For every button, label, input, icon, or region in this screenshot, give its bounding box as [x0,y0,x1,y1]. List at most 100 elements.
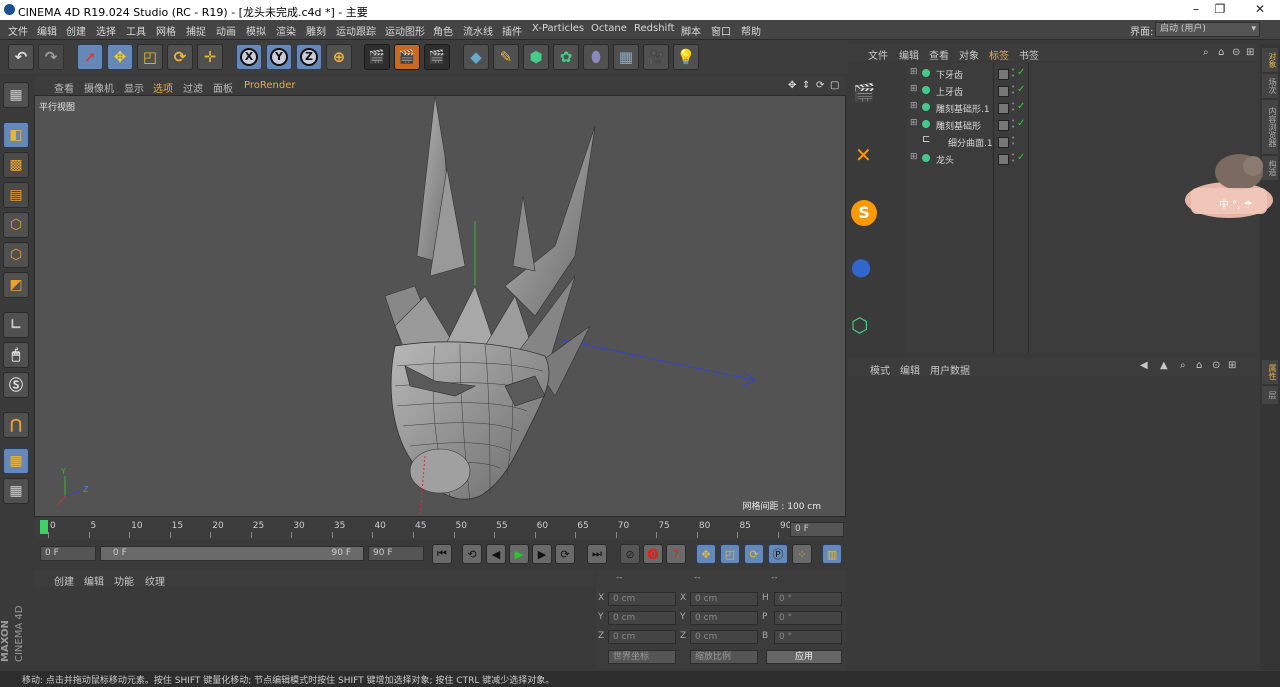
expand-icon[interactable]: ⊞ [910,84,918,94]
layer-icon[interactable] [998,86,1009,97]
rotate-tool-button[interactable]: ⟳ [167,44,193,70]
size-y-field[interactable]: 0 cm [690,611,758,625]
attribute-manager[interactable] [848,378,1258,670]
om-menu-edit[interactable]: 编辑 [899,47,919,62]
om-menu-view[interactable]: 查看 [929,47,949,62]
viewport-menu-filter[interactable]: 过滤 [183,80,203,95]
previous-key-button[interactable]: ⟲ [462,544,482,564]
enabled-check-icon[interactable]: ✓ [1017,118,1025,129]
lock-workplane-button[interactable]: ▦ [3,448,29,474]
position-x-field[interactable]: 0 cm [608,592,676,606]
snap-button[interactable]: ⋂ [3,412,29,438]
planar-workplane-button[interactable]: ▦ [3,478,29,504]
size-mode-dropdown[interactable]: 缩放比例 [690,650,758,664]
menu-window[interactable]: 窗口 [711,23,731,38]
rotation-p-field[interactable]: 0 ° [774,611,842,625]
deformer-button[interactable]: ⬮ [583,44,609,70]
viewport-maximize-icon[interactable]: ▢ [830,80,839,91]
up-arrow-icon[interactable]: ▲ [1160,360,1168,371]
enabled-check-icon[interactable]: ✓ [1017,152,1025,163]
new-window-icon[interactable]: ⊙ [1212,360,1220,371]
rotation-b-field[interactable]: 0 ° [774,630,842,644]
make-editable-button[interactable]: ▦ [3,82,29,108]
keyframe-selection-button[interactable]: ? [666,544,686,564]
axis-mode-button[interactable]: ∟ [3,312,29,338]
viewport-menu-prorender[interactable]: ProRender [244,80,295,91]
viewport-menu-panel[interactable]: 面板 [213,80,233,95]
expand-icon[interactable]: ⊞ [910,152,918,162]
visibility-dots-icon[interactable]: • • [1011,101,1015,114]
menu-edit[interactable]: 编辑 [37,23,57,38]
viewport-rotate-icon[interactable]: ⟳ [816,80,824,91]
menu-snap[interactable]: 捕捉 [186,23,206,38]
connect-tool-icon[interactable]: ⬡ [851,313,877,339]
key-rotation-button[interactable]: ⟳ [744,544,764,564]
light-button[interactable]: 💡 [673,44,699,70]
play-button[interactable]: ▶ [509,544,529,564]
lock-icon[interactable]: ⌂ [1196,360,1202,371]
om-add-icon[interactable]: ⊞ [1246,47,1254,58]
restore-button[interactable]: ❐ [1200,2,1240,18]
symmetry-tool-icon[interactable]: ✕ [855,143,883,171]
apply-button[interactable]: 应用 [766,650,842,664]
render-view-button[interactable]: 🎬 [364,44,390,70]
layer-icon[interactable] [998,69,1009,80]
position-y-field[interactable]: 0 cm [608,611,676,625]
menu-select[interactable]: 选择 [96,23,116,38]
edge-mode-button[interactable]: ⬡ [3,242,29,268]
cloner-button[interactable]: ✿ [553,44,579,70]
enabled-check-icon[interactable]: ✓ [1017,67,1025,78]
menu-tools[interactable]: 工具 [126,23,146,38]
side-tab-layers[interactable]: 层 [1262,386,1278,404]
expand-icon[interactable]: ⊞ [910,67,918,77]
solo-button[interactable]: Ⓢ [3,372,29,398]
search-icon[interactable]: ⌕ [1180,360,1186,371]
drop-tool-icon[interactable]: ⬤ [851,257,877,283]
previous-frame-button[interactable]: ◀ [486,544,506,564]
redo-button[interactable]: ↷ [38,44,64,70]
menu-help[interactable]: 帮助 [741,23,761,38]
side-tab-objects[interactable]: 对象 [1262,48,1278,72]
back-arrow-icon[interactable]: ◀ [1140,360,1148,371]
om-menu-file[interactable]: 文件 [868,47,888,62]
menu-mesh[interactable]: 网格 [156,23,176,38]
floor-button[interactable]: ▦ [613,44,639,70]
layer-icon[interactable] [998,120,1009,131]
autokey-button[interactable]: ⓿ [643,544,663,564]
cube-primitive-button[interactable]: ◆ [463,44,489,70]
menu-simulate[interactable]: 模拟 [246,23,266,38]
polygon-mode-button[interactable]: ◩ [3,272,29,298]
visibility-dots-icon[interactable]: • • [1011,67,1015,80]
go-to-end-button[interactable]: ⏭ [587,544,607,564]
subdivision-surface-button[interactable]: ⬢ [523,44,549,70]
go-to-start-button[interactable]: ⏮ [432,544,452,564]
viewport-pan-icon[interactable]: ✥ [788,80,796,91]
menu-redshift[interactable]: Redshift [634,23,675,34]
texture-mode-button[interactable]: ▩ [3,152,29,178]
viewport-menu-display[interactable]: 显示 [124,80,144,95]
live-selection-button[interactable]: ➚ [77,44,103,70]
render-settings-button[interactable]: 🎬 [424,44,450,70]
menu-file[interactable]: 文件 [8,23,28,38]
coordinate-system-button[interactable]: ⊕ [326,44,352,70]
scale-tool-button[interactable]: ◰ [137,44,163,70]
undo-button[interactable]: ↶ [8,44,34,70]
layout-dropdown[interactable]: 启动 (用户) ▾ [1155,22,1260,37]
3d-viewport[interactable]: 平行视图 Y Z 网格间距: 100 cm [34,95,846,517]
material-menu-edit[interactable]: 编辑 [84,573,104,588]
frame-range-slider[interactable]: 0 F 90 F [100,546,364,561]
expand-icon[interactable]: ⊞ [910,101,918,111]
object-row[interactable]: ⊞ 上牙齿 • • ✓ [906,83,1258,99]
menu-sculpt[interactable]: 雕刻 [306,23,326,38]
size-x-field[interactable]: 0 cm [690,592,758,606]
dragon-head-model[interactable]: Y Z [35,96,845,516]
workplane-mode-button[interactable]: ▤ [3,182,29,208]
om-home-icon[interactable]: ⌂ [1218,47,1224,58]
key-pla-button[interactable]: ⁘ [792,544,812,564]
layer-icon[interactable] [998,103,1009,114]
visibility-dots-icon[interactable]: • • [1011,152,1015,165]
viewport-menu-view[interactable]: 查看 [54,80,74,95]
enabled-check-icon[interactable]: ✓ [1017,101,1025,112]
visibility-dots-icon[interactable]: • • [1011,135,1015,148]
menu-create[interactable]: 创建 [66,23,86,38]
